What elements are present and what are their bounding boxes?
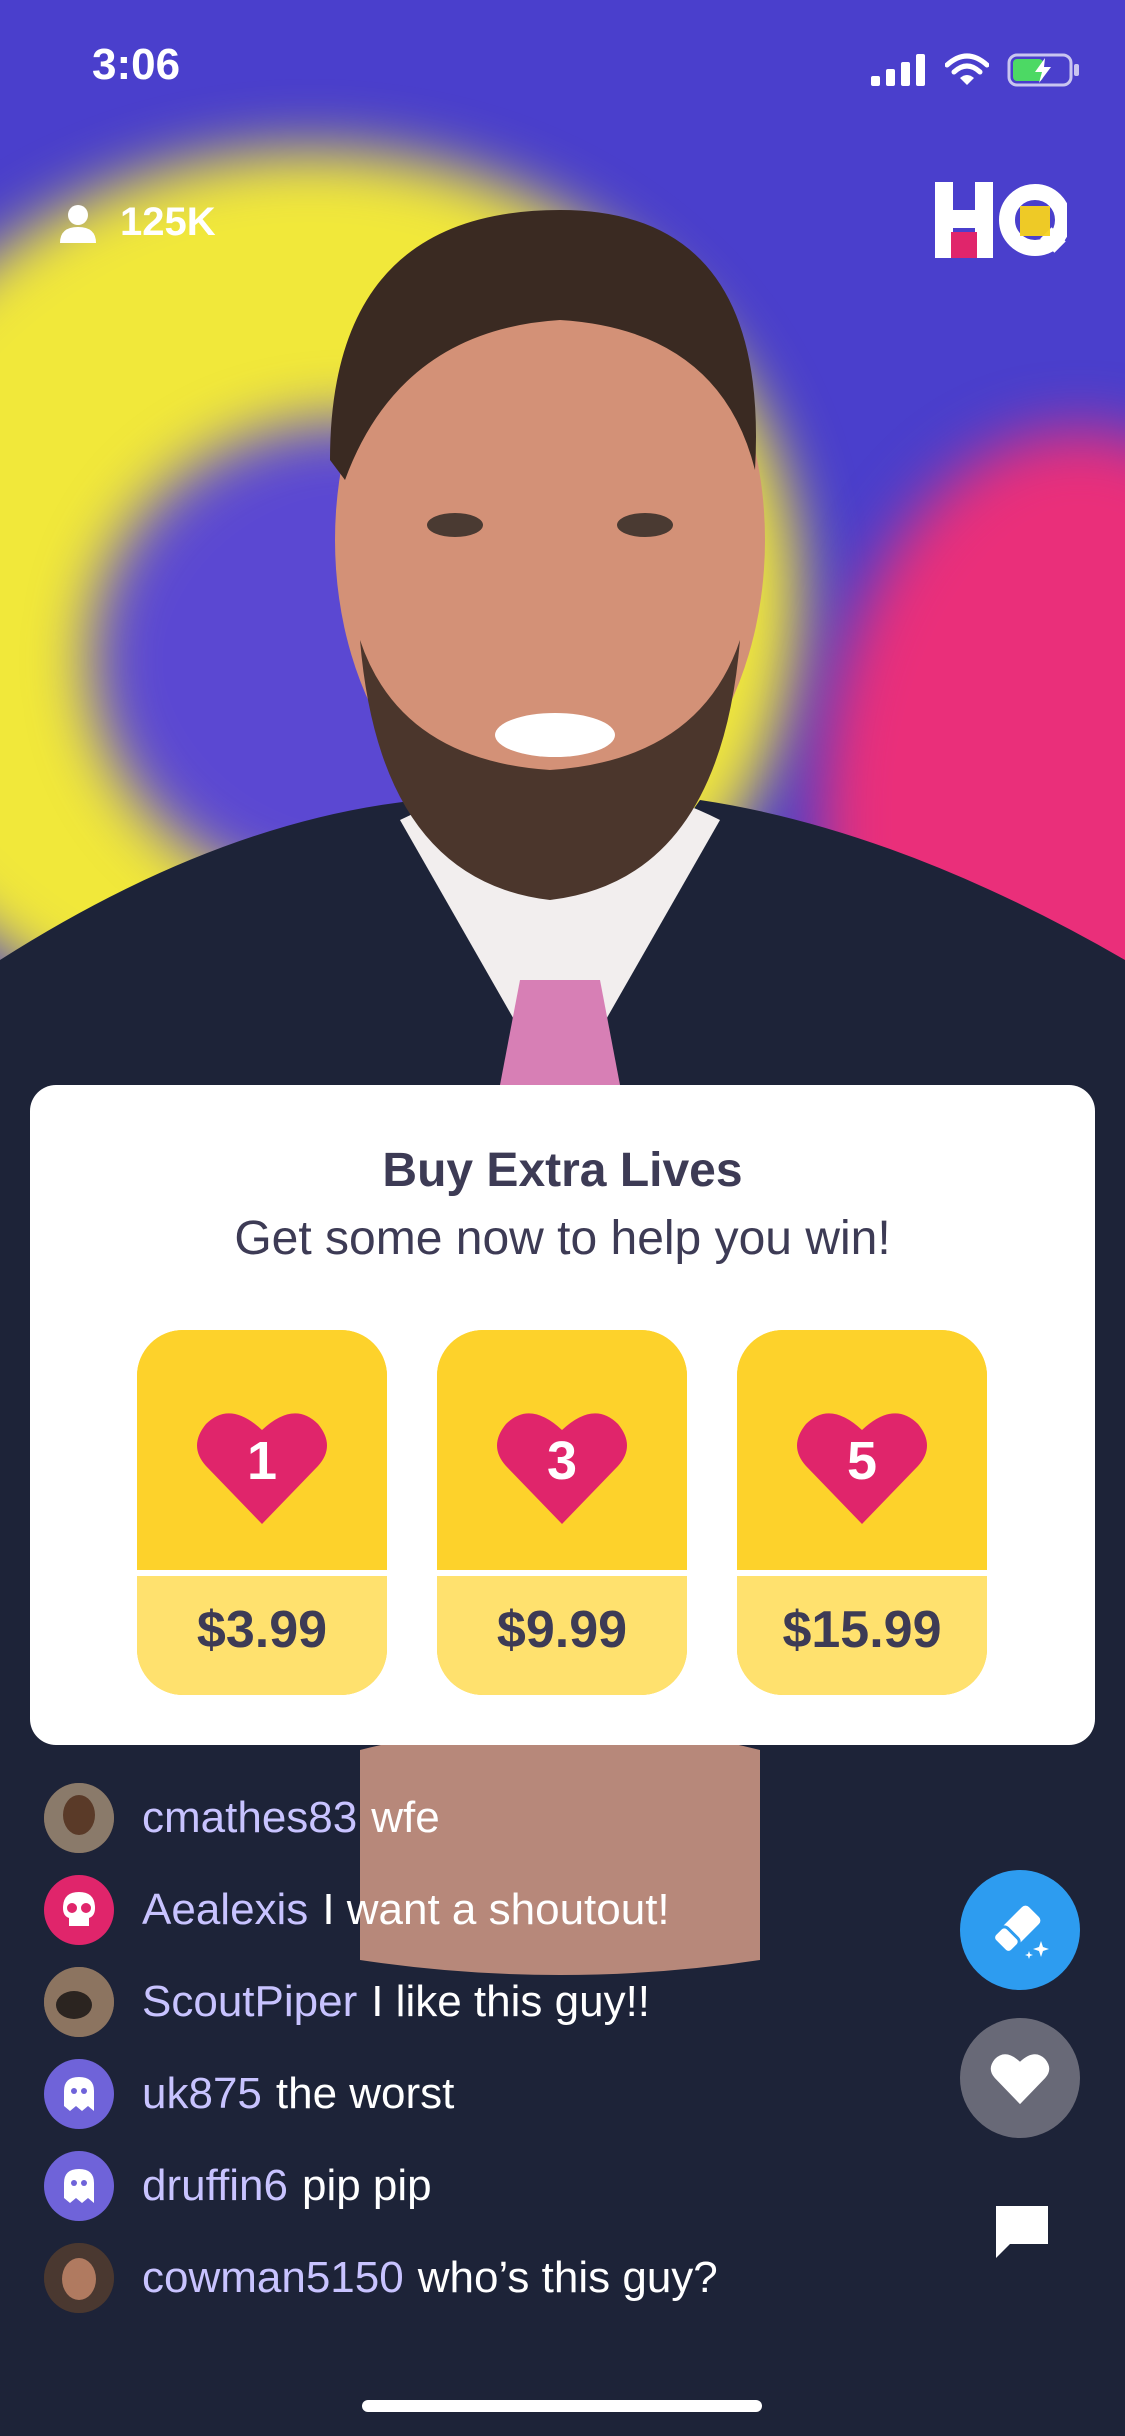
avatar[interactable] (44, 1967, 114, 2037)
heart-icon (990, 2054, 1050, 2105)
skull-icon (63, 1892, 95, 1926)
avatar[interactable] (44, 1875, 114, 1945)
chat-message-text: Aealexis I want a shoutout! (142, 1885, 670, 1935)
ghost-icon (64, 2169, 94, 2203)
status-icons (871, 52, 1081, 88)
user-photo-icon (44, 2243, 114, 2313)
avatar[interactable] (44, 2151, 114, 2221)
wifi-icon (945, 53, 989, 85)
chat-message: ScoutPiper I like this guy!! (44, 1956, 718, 2048)
option-price: $9.99 (496, 1601, 628, 1659)
chat-body: I want a shoutout! (322, 1885, 670, 1934)
buy-extra-lives-card: Buy Extra Lives Get some now to help you… (30, 1085, 1095, 1745)
eraser-button[interactable] (960, 1870, 1080, 1990)
chat-message: cmathes83 wfe (44, 1772, 718, 1864)
eraser-icon (992, 1905, 1049, 1959)
status-bar: 3:06 (0, 0, 1125, 130)
chat-feed: cmathes83 wfe Aealexis I want a shoutout! … (44, 1772, 718, 2324)
option-price: $3.99 (196, 1601, 328, 1659)
chat-username[interactable]: ScoutPiper (142, 1977, 357, 2026)
person-icon (60, 204, 96, 243)
home-indicator (362, 2400, 762, 2412)
chat-body: wfe (371, 1793, 440, 1842)
avatar[interactable] (44, 2059, 114, 2129)
chat-message-text: cmathes83 wfe (142, 1793, 440, 1843)
avatar[interactable] (44, 1783, 114, 1853)
option-price: $15.99 (782, 1601, 942, 1659)
viewer-count-label: 125K (120, 200, 216, 244)
user-photo-icon (44, 1783, 114, 1853)
chat-username[interactable]: druffin6 (142, 2161, 288, 2210)
chat-message-text: ScoutPiper I like this guy!! (142, 1977, 650, 2027)
life-options: 1 $3.99 3 $9.99 5 $15.99 (137, 1330, 987, 1695)
chat-message: druffin6 pip pip (44, 2140, 718, 2232)
user-photo-icon (44, 1967, 114, 2037)
lives-count: 1 (246, 1431, 278, 1491)
chat-bubble-icon[interactable] (990, 2200, 1054, 2264)
chat-body: pip pip (301, 2161, 432, 2210)
ghost-icon (64, 2077, 94, 2111)
chat-body: who’s this guy? (417, 2253, 718, 2302)
chat-message: cowman5150 who’s this guy? (44, 2232, 718, 2324)
status-time: 3:06 (92, 40, 181, 89)
buy-5-lives-button[interactable]: 5 $15.99 (737, 1330, 987, 1695)
hq-logo (935, 182, 1067, 258)
chat-username[interactable]: cowman5150 (142, 2253, 404, 2302)
avatar[interactable] (44, 2243, 114, 2313)
chat-message-text: druffin6 pip pip (142, 2161, 432, 2211)
chat-message-text: uk875 the worst (142, 2069, 454, 2119)
lives-count: 5 (846, 1431, 878, 1491)
chat-message: Aealexis I want a shoutout! (44, 1864, 718, 1956)
buy-3-lives-button[interactable]: 3 $9.99 (437, 1330, 687, 1695)
chat-message-text: cowman5150 who’s this guy? (142, 2253, 718, 2303)
cellular-signal-icon (871, 54, 925, 86)
chat-body: the worst (275, 2069, 455, 2118)
chat-body: I like this guy!! (371, 1977, 651, 2026)
card-title: Buy Extra Lives (382, 1144, 743, 1197)
chat-message: uk875 the worst (44, 2048, 718, 2140)
lives-count: 3 (546, 1431, 578, 1491)
chat-username[interactable]: Aealexis (142, 1885, 308, 1934)
chat-username[interactable]: uk875 (142, 2069, 262, 2118)
card-subtitle: Get some now to help you win! (234, 1212, 891, 1265)
battery-charging-icon (1007, 53, 1079, 87)
buy-1-life-button[interactable]: 1 $3.99 (137, 1330, 387, 1695)
viewer-count: 125K (58, 200, 216, 245)
like-button[interactable] (960, 2018, 1080, 2138)
chat-username[interactable]: cmathes83 (142, 1793, 357, 1842)
